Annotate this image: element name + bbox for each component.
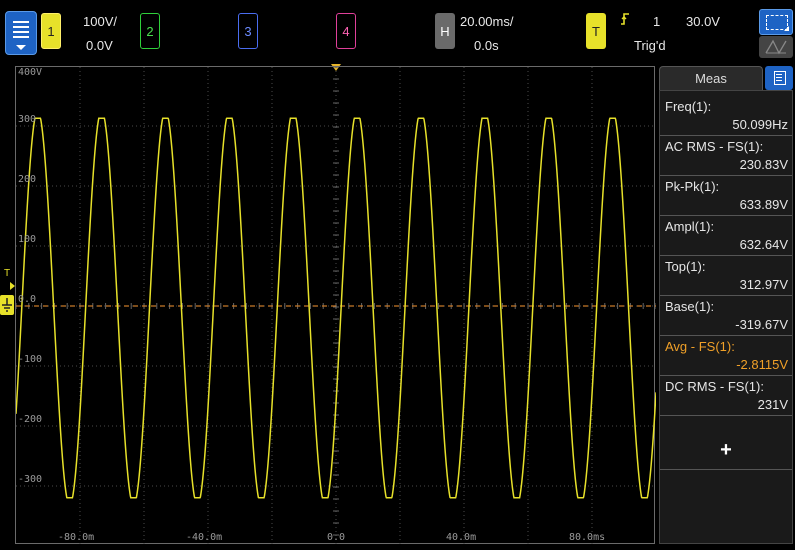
measurement-value: 231V	[757, 397, 788, 412]
channel-4-button[interactable]: 4	[336, 13, 356, 49]
measurement-value: 312.97V	[739, 277, 788, 292]
measurement-item[interactable]: Freq(1): 50.099Hz	[660, 95, 792, 136]
results-list-button[interactable]	[765, 66, 793, 90]
trigger-source[interactable]: 1	[653, 14, 660, 29]
measurement-value: 230.83V	[739, 157, 788, 172]
measurement-value: -319.67V	[735, 317, 788, 332]
measurement-label: Pk-Pk(1):	[665, 179, 720, 194]
measurement-label: DC RMS - FS(1):	[665, 379, 764, 394]
measurement-value: 633.89V	[739, 197, 788, 212]
rising-edge-icon	[621, 13, 629, 25]
measurement-label: Top(1):	[665, 259, 706, 274]
y-tick-label: 100	[18, 234, 37, 245]
measurement-item[interactable]: Ampl(1): 632.64V	[660, 215, 792, 256]
measurement-label: Base(1):	[665, 299, 715, 314]
y-tick-label: -100	[18, 354, 43, 365]
channel-1-button[interactable]: 1	[41, 13, 61, 49]
timebase-value[interactable]: 20.00ms/	[460, 14, 513, 29]
channel-1-ground-marker[interactable]	[0, 295, 14, 315]
delay-value[interactable]: 0.0s	[474, 38, 499, 53]
measurement-item[interactable]: Top(1): 312.97V	[660, 255, 792, 296]
trigger-status: Trig'd	[634, 38, 666, 53]
ground-icon	[2, 298, 12, 312]
trigger-level-label: T	[4, 268, 11, 279]
trigger-button[interactable]: T	[586, 13, 606, 49]
horizontal-button[interactable]: H	[435, 13, 455, 49]
y-tick-label: 0.0	[18, 294, 37, 305]
add-measurement-button[interactable]: +	[660, 431, 792, 470]
measurement-label: Freq(1):	[665, 99, 712, 114]
channel-1-offset[interactable]: 0.0V	[86, 38, 113, 53]
chevron-down-icon	[16, 45, 26, 50]
measurement-label: AC RMS - FS(1):	[665, 139, 764, 154]
measurements-list: Freq(1): 50.099Hz AC RMS - FS(1): 230.83…	[659, 90, 793, 544]
x-tick-label: 0.0	[327, 532, 346, 543]
graticule	[16, 67, 656, 545]
channel-1-scale[interactable]: 100V/	[83, 14, 117, 29]
measure-draw-button[interactable]	[759, 36, 793, 58]
zoom-select-button[interactable]	[759, 9, 793, 35]
ramp-icon	[765, 39, 787, 55]
waveform-display[interactable]: 400V 300 200 100 0.0 -100 -200 -300 -80.…	[15, 66, 656, 545]
channel-3-button[interactable]: 3	[238, 13, 258, 49]
measurement-item-selected[interactable]: Avg - FS(1): -2.8115V	[660, 335, 792, 376]
y-tick-label: -200	[18, 414, 43, 425]
x-tick-label: -80.0m	[58, 532, 95, 543]
y-tick-label: 300	[18, 114, 37, 125]
channel-2-button[interactable]: 2	[140, 13, 160, 49]
measurement-value: 50.099Hz	[732, 117, 788, 132]
measurements-panel: Meas Freq(1): 50.099Hz AC RMS - FS(1): 2…	[659, 66, 795, 544]
measurement-item[interactable]: Pk-Pk(1): 633.89V	[660, 175, 792, 216]
x-tick-label: -40.0m	[186, 532, 223, 543]
y-tick-label: -300	[18, 474, 43, 485]
trigger-level[interactable]: 30.0V	[686, 14, 720, 29]
measurement-label: Ampl(1):	[665, 219, 715, 234]
y-tick-label: 400V	[18, 67, 43, 78]
main-menu-button[interactable]	[5, 11, 37, 55]
measurement-item[interactable]: DC RMS - FS(1): 231V	[660, 375, 792, 416]
x-tick-label: 40.0m	[446, 532, 477, 543]
tab-meas[interactable]: Meas	[659, 66, 763, 90]
measurement-item[interactable]: Base(1): -319.67V	[660, 295, 792, 336]
x-tick-label: 80.0ms	[569, 532, 606, 543]
measurement-value: -2.8115V	[736, 357, 788, 372]
measurement-item[interactable]: AC RMS - FS(1): 230.83V	[660, 135, 792, 176]
y-tick-label: 200	[18, 174, 37, 185]
measurement-label: Avg - FS(1):	[665, 339, 735, 354]
top-bar: 1 100V/ 0.0V 2 3 4 H 20.00ms/ 0.0s T 1 3…	[0, 0, 795, 62]
measurement-value: 632.64V	[739, 237, 788, 252]
